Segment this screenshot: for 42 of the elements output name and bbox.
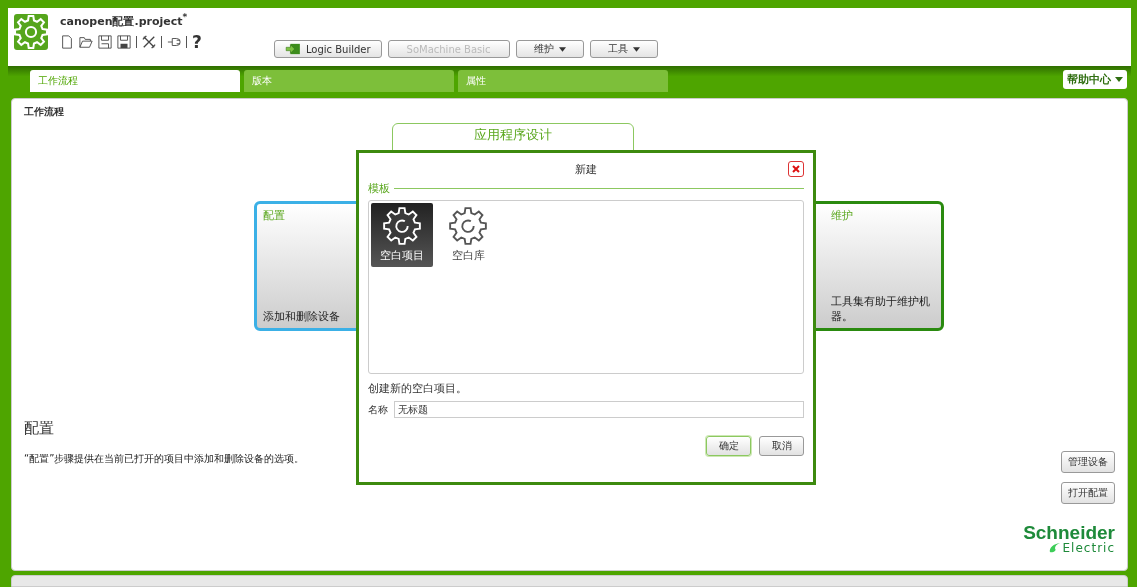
action-button[interactable]: 打开配置 bbox=[1061, 481, 1115, 504]
close-icon bbox=[792, 165, 800, 173]
template-item[interactable]: 空白库 bbox=[437, 203, 499, 267]
tools-icon[interactable] bbox=[142, 34, 156, 49]
project-title: canopen配置.project$^{*}$ bbox=[60, 12, 189, 29]
brand-subtitle: Electric bbox=[1062, 541, 1115, 554]
dialog-button[interactable]: 取消 bbox=[759, 436, 804, 456]
gear-icon bbox=[383, 207, 421, 245]
step-description: 添加和删除设备 bbox=[263, 308, 341, 324]
mode-button[interactable]: Logic Builder bbox=[273, 40, 382, 58]
mode-button[interactable]: 维护 bbox=[515, 40, 584, 58]
template-description: 创建新的空白项目。 bbox=[368, 381, 468, 396]
save-all-icon[interactable] bbox=[117, 34, 131, 49]
help-center-menu[interactable]: 帮助中心 bbox=[1063, 69, 1127, 89]
gear-icon bbox=[14, 14, 48, 50]
launch-icon bbox=[284, 43, 301, 55]
step-description: 工具集有助于维护机器。 bbox=[831, 293, 931, 324]
new-file-icon[interactable] bbox=[60, 34, 74, 49]
name-field[interactable]: 无标题 bbox=[394, 401, 804, 418]
open-folder-icon[interactable] bbox=[79, 34, 93, 49]
dialog-button[interactable]: 确定 bbox=[706, 436, 751, 456]
save-icon[interactable] bbox=[98, 34, 112, 49]
help-button[interactable]: ? bbox=[192, 32, 202, 51]
dialog-title: 新建 bbox=[575, 161, 597, 177]
panel-heading: 工作流程 bbox=[24, 104, 65, 119]
caret-icon bbox=[558, 46, 566, 52]
gear-icon bbox=[449, 207, 487, 245]
step-title: 维护 bbox=[831, 207, 854, 223]
step-heading: 配置 bbox=[24, 418, 55, 438]
close-button[interactable] bbox=[788, 161, 804, 177]
step-description-text: “配置”步骤提供在当前已打开的项目中添加和删除设备的选项。 bbox=[24, 451, 305, 466]
step-title: 配置 bbox=[263, 207, 286, 223]
name-label: 名称 bbox=[368, 402, 388, 417]
group-label: 模板 bbox=[368, 181, 390, 196]
caret-icon bbox=[1115, 76, 1123, 82]
caret-icon bbox=[632, 46, 640, 52]
brand-name: Schneider bbox=[1023, 522, 1115, 542]
template-item[interactable]: 空白项目 bbox=[371, 203, 433, 267]
step-title: 应用程序设计 bbox=[474, 125, 552, 144]
brand-logo-icon bbox=[1047, 542, 1061, 554]
action-button[interactable]: 管理设备 bbox=[1061, 450, 1115, 473]
mode-button[interactable]: 工具 bbox=[589, 40, 658, 58]
